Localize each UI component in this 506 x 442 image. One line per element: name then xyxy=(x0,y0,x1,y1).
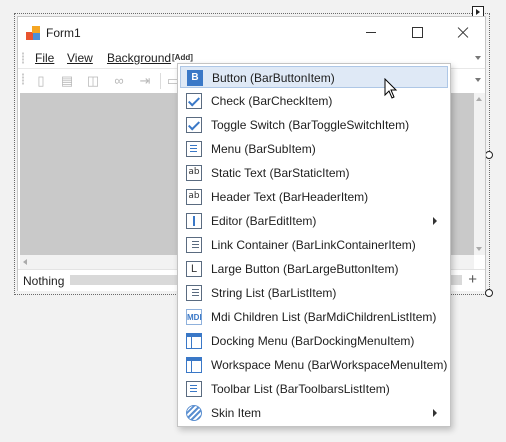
toggle-check-icon xyxy=(186,117,202,133)
popup-item-label: Large Button (BarLargeButtonItem) xyxy=(211,262,399,276)
window-title: Form1 xyxy=(46,26,81,40)
bar-drag-grip[interactable] xyxy=(22,52,24,64)
popup-item-label: Docking Menu (BarDockingMenuItem) xyxy=(211,334,415,348)
popup-item-label: Skin Item xyxy=(211,406,262,420)
maximize-button[interactable] xyxy=(394,17,440,48)
skin-icon xyxy=(186,405,202,421)
popup-item-workspace-menu[interactable]: Workspace Menu (BarWorkspaceMenuItem) xyxy=(180,354,448,376)
menu-view[interactable]: View xyxy=(67,51,93,65)
scroll-down-icon[interactable] xyxy=(476,247,482,251)
vertical-scrollbar[interactable] xyxy=(474,93,485,255)
popup-item-editor[interactable]: Editor (BarEditItem) xyxy=(180,210,448,232)
popup-item-string-list[interactable]: String List (BarListItem) xyxy=(180,282,448,304)
scroll-left-icon[interactable] xyxy=(23,259,27,265)
menu-bar-customize-icon[interactable] xyxy=(475,56,481,60)
binoculars-icon[interactable]: ∞ xyxy=(112,74,126,88)
editor-icon xyxy=(186,213,202,229)
static-text-icon: ab xyxy=(186,165,202,181)
toolbar-list-icon xyxy=(186,381,202,397)
popup-item-header-text[interactable]: ab Header Text (BarHeaderItem) xyxy=(180,186,448,208)
button-icon: B xyxy=(187,70,203,86)
menu-icon xyxy=(186,141,202,157)
toolbar-drag-grip[interactable] xyxy=(22,73,24,85)
large-button-icon: L xyxy=(186,261,202,277)
new-file-icon[interactable]: ▯ xyxy=(34,74,48,88)
menu-view-label: View xyxy=(67,51,93,65)
scroll-up-icon[interactable] xyxy=(476,97,482,101)
toolbar-customize-icon[interactable] xyxy=(475,78,481,82)
clipboard-icon[interactable]: ▤ xyxy=(60,74,74,88)
header-text-icon: ab xyxy=(186,189,202,205)
popup-item-mdi-children-list[interactable]: MDI Mdi Children List (BarMdiChildrenLis… xyxy=(180,306,448,328)
mdi-icon: MDI xyxy=(186,309,202,325)
menu-file-label: File xyxy=(35,51,55,65)
resize-handle-right[interactable] xyxy=(485,151,493,159)
popup-item-label: Workspace Menu (BarWorkspaceMenuItem) xyxy=(211,358,448,372)
popup-item-docking-menu[interactable]: Docking Menu (BarDockingMenuItem) xyxy=(180,330,448,352)
popup-item-label: Editor (BarEditItem) xyxy=(211,214,317,228)
popup-item-label: Button (BarButtonItem) xyxy=(212,71,335,85)
string-list-icon xyxy=(186,285,202,301)
popup-item-label: String List (BarListItem) xyxy=(211,286,337,300)
workspace-menu-icon xyxy=(186,357,202,373)
popup-item-label: Toggle Switch (BarToggleSwitchItem) xyxy=(211,118,410,132)
popup-item-toolbar-list[interactable]: Toolbar List (BarToolbarsListItem) xyxy=(180,378,448,400)
popup-item-label: Check (BarCheckItem) xyxy=(211,94,333,108)
check-icon xyxy=(186,93,202,109)
add-bar-item-popup: B Button (BarButtonItem) Check (BarCheck… xyxy=(177,63,451,427)
popup-item-label: Mdi Children List (BarMdiChildrenListIte… xyxy=(211,310,437,324)
popup-item-button[interactable]: B Button (BarButtonItem) xyxy=(180,66,448,88)
status-text: Nothing xyxy=(23,274,65,288)
resize-handle-bottom-right[interactable] xyxy=(485,289,493,297)
popup-item-skin-item[interactable]: Skin Item xyxy=(180,402,448,424)
design-surface: Form1 File View Background [Add] ▯ ▤ ◫ ∞… xyxy=(0,0,506,442)
submenu-arrow-icon xyxy=(433,409,437,417)
menu-background-label: Background xyxy=(107,51,172,65)
menu-background[interactable]: Background xyxy=(107,51,171,65)
insert-icon[interactable]: ⇥ xyxy=(138,74,152,88)
popup-item-label: Link Container (BarLinkContainerItem) xyxy=(211,238,416,252)
toolbar-separator xyxy=(160,73,161,89)
popup-item-check[interactable]: Check (BarCheckItem) xyxy=(180,90,448,112)
add-item-link[interactable]: [Add] xyxy=(172,53,193,62)
app-icon xyxy=(26,26,40,40)
submenu-arrow-icon xyxy=(433,217,437,225)
popup-item-toggle-switch[interactable]: Toggle Switch (BarToggleSwitchItem) xyxy=(180,114,448,136)
popup-item-menu[interactable]: Menu (BarSubItem) xyxy=(180,138,448,160)
docking-menu-icon xyxy=(186,333,202,349)
popup-item-static-text[interactable]: ab Static Text (BarStaticItem) xyxy=(180,162,448,184)
popup-item-label: Header Text (BarHeaderItem) xyxy=(211,190,369,204)
minimize-button[interactable] xyxy=(348,17,394,48)
title-bar: Form1 xyxy=(18,17,485,48)
menu-file[interactable]: File xyxy=(35,51,54,65)
add-status-item-button[interactable]: + xyxy=(468,271,477,288)
popup-item-label: Toolbar List (BarToolbarsListItem) xyxy=(211,382,390,396)
popup-item-link-container[interactable]: Link Container (BarLinkContainerItem) xyxy=(180,234,448,256)
popup-item-large-button[interactable]: L Large Button (BarLargeButtonItem) xyxy=(180,258,448,280)
layout-icon[interactable]: ◫ xyxy=(86,74,100,88)
mouse-cursor-icon xyxy=(384,78,398,99)
popup-item-label: Static Text (BarStaticItem) xyxy=(211,166,350,180)
link-container-icon xyxy=(186,237,202,253)
close-button[interactable] xyxy=(440,17,486,48)
popup-item-label: Menu (BarSubItem) xyxy=(211,142,316,156)
